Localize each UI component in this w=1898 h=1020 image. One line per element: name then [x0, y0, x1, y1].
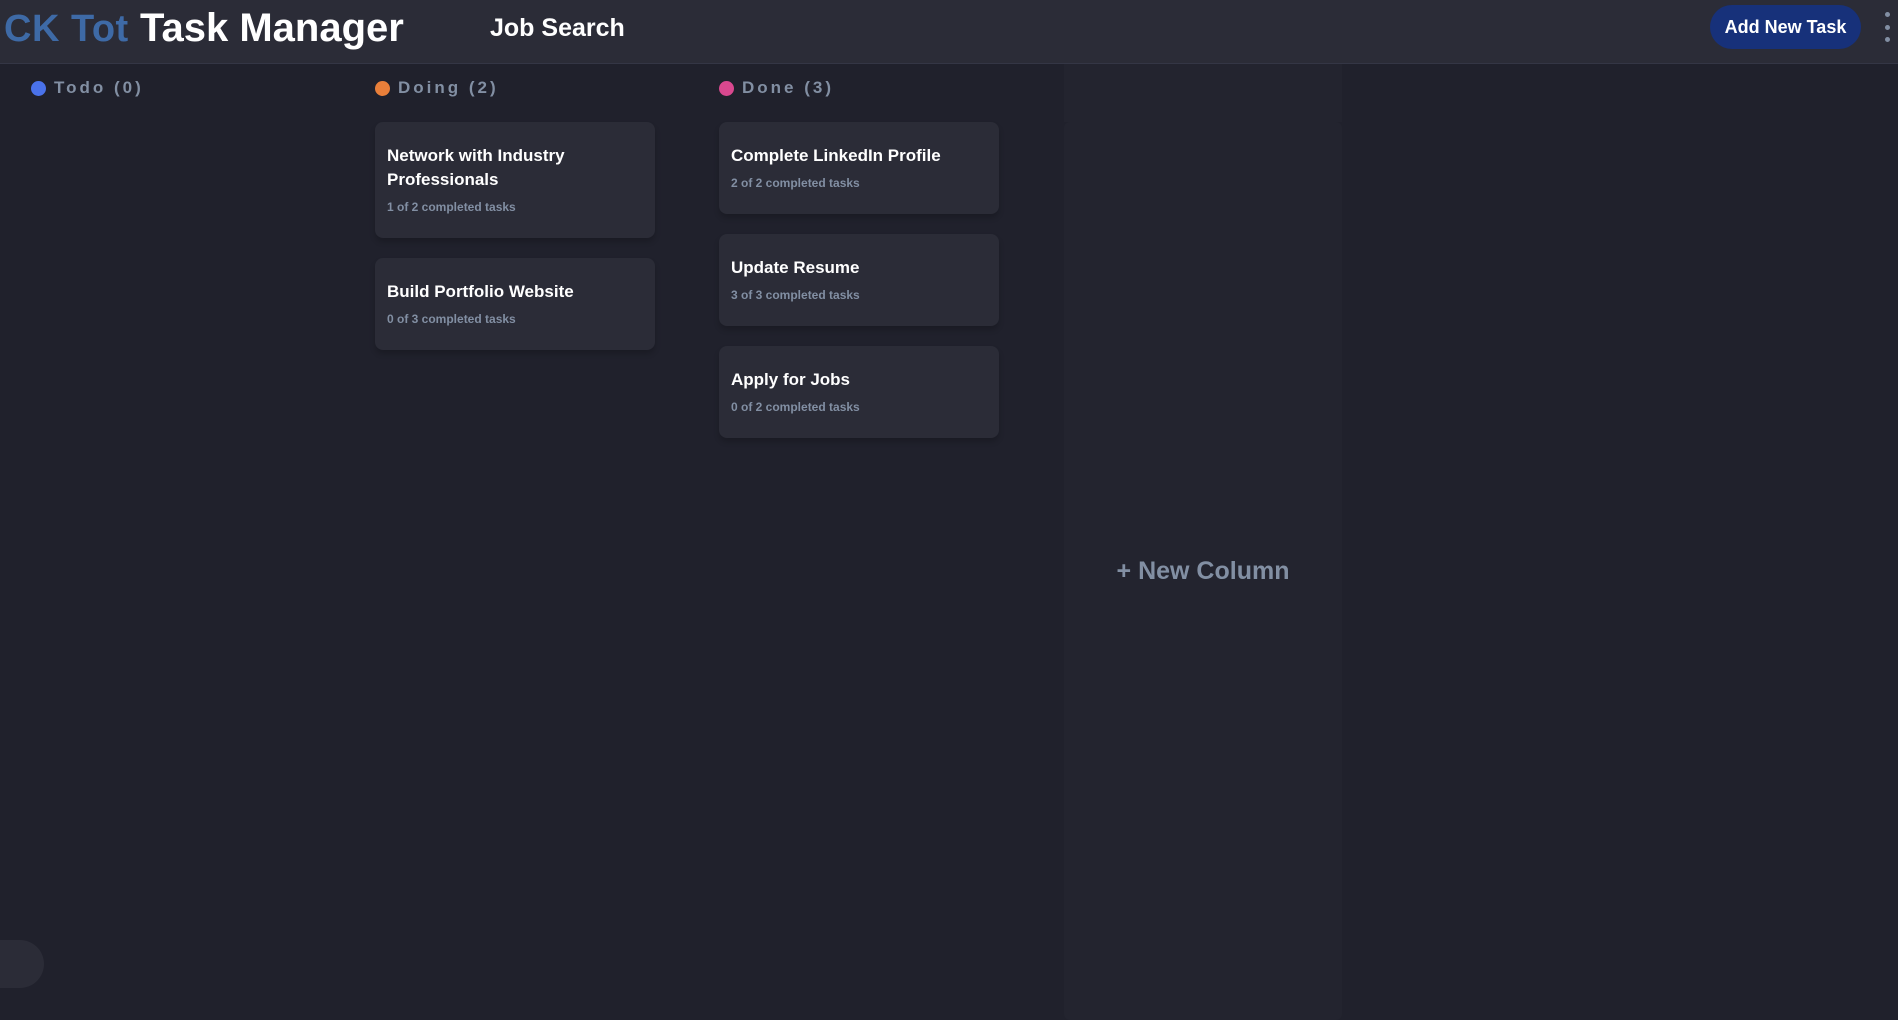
column-header: Doing (2)	[375, 78, 655, 98]
app-title: Task Manager	[140, 6, 404, 50]
show-sidebar-button[interactable]	[0, 940, 44, 988]
task-title: Apply for Jobs	[731, 370, 851, 389]
menu-dot	[1884, 24, 1890, 30]
column-header: Done (3)	[719, 78, 999, 98]
task-title: Update Resume	[731, 258, 860, 277]
subtask-progress: 3 of 3 completed tasks	[731, 288, 860, 302]
new-column-header-area	[1064, 64, 1342, 122]
subtask-progress: 2 of 2 completed tasks	[731, 176, 860, 190]
task-title: Build Portfolio Website	[387, 282, 574, 301]
doing-status-dot-icon	[375, 80, 390, 96]
card-list: Complete LinkedIn Profile 2 of 2 complet…	[719, 122, 999, 438]
new-column-button[interactable]: + New Column	[1064, 122, 1342, 1020]
task-card[interactable]: Network with Industry Professionals 1 of…	[375, 122, 655, 238]
task-title: Complete LinkedIn Profile	[731, 146, 941, 165]
task-card[interactable]: Complete LinkedIn Profile 2 of 2 complet…	[719, 122, 999, 214]
add-new-task-button[interactable]: Add New Task	[1710, 5, 1861, 49]
subtask-progress: 0 of 2 completed tasks	[731, 400, 860, 414]
column-todo: Todo (0)	[31, 78, 311, 122]
subtask-progress: 0 of 3 completed tasks	[387, 312, 516, 326]
task-card[interactable]: Update Resume 3 of 3 completed tasks	[719, 234, 999, 326]
task-title: Network with Industry Professionals	[387, 146, 565, 189]
subtask-progress: 1 of 2 completed tasks	[387, 200, 516, 214]
board-title: Job Search	[490, 14, 625, 42]
task-card[interactable]: Build Portfolio Website 0 of 3 completed…	[375, 258, 655, 350]
done-status-dot-icon	[719, 80, 734, 96]
app-logo[interactable]: CK Tot	[4, 8, 129, 51]
menu-dot	[1884, 12, 1890, 17]
task-card[interactable]: Apply for Jobs 0 of 2 completed tasks	[719, 346, 999, 438]
column-doing: Doing (2) Network with Industry Professi…	[375, 78, 655, 370]
column-title: Doing (2)	[398, 78, 499, 97]
column-title: Todo (0)	[54, 78, 144, 97]
card-list: Network with Industry Professionals 1 of…	[375, 122, 655, 350]
menu-dot	[1884, 37, 1890, 42]
column-header: Todo (0)	[31, 78, 311, 98]
todo-status-dot-icon	[31, 80, 46, 96]
column-title: Done (3)	[742, 78, 834, 97]
top-bar: CK Tot Task Manager Job Search Add New T…	[0, 0, 1898, 64]
more-options-icon[interactable]	[1880, 12, 1894, 42]
column-done: Done (3) Complete LinkedIn Profile 2 of …	[719, 78, 999, 458]
